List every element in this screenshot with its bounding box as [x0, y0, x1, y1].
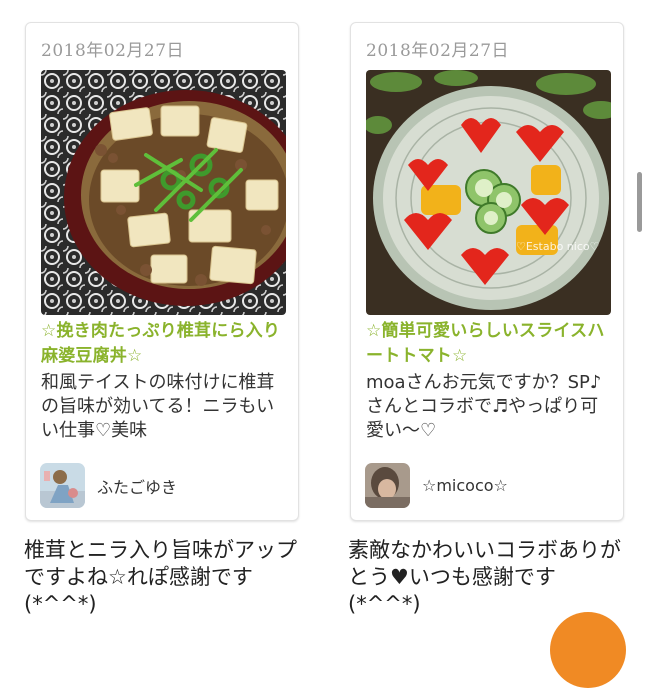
report-date: 2018年02月27日	[366, 41, 510, 61]
author[interactable]: ふたごゆき	[40, 463, 177, 508]
author-reply: 素敵なかわいいコラボありがとう♥いつも感謝です(*^^*)	[348, 538, 621, 616]
author-name: ふたごゆき	[97, 477, 178, 497]
avatar[interactable]	[40, 463, 85, 508]
report-text: 和風テイストの味付けに椎茸の旨味が効いてる！ニラもいい仕事♡美味	[41, 372, 275, 441]
recipe-title[interactable]: ☆挽き肉たっぷり椎茸にら入り麻婆豆腐丼☆	[41, 319, 293, 369]
recipe-title[interactable]: ☆簡単可愛いらしいスライスハートトマト☆	[366, 319, 618, 369]
recipe-photo[interactable]	[41, 70, 286, 315]
avatar[interactable]	[365, 463, 410, 508]
scrollbar[interactable]	[637, 172, 642, 232]
recipe-card[interactable]: 2018年02月27日	[25, 22, 299, 521]
author-name: ☆micoco☆	[422, 476, 508, 495]
report-date: 2018年02月27日	[41, 41, 185, 61]
author[interactable]: ☆micoco☆	[365, 463, 508, 508]
recipe-photo[interactable]: ♡Estabo nico♡	[366, 70, 611, 315]
recipe-card[interactable]: 2018年02月27日	[350, 22, 624, 521]
report-text: moaさんお元気ですか？SP♪さんとコラボで♬やっぱり可愛い～♡	[366, 372, 602, 441]
author-reply: 椎茸とニラ入り旨味がアップですよね☆れぽ感謝です(*^^*)	[24, 538, 297, 616]
photo-watermark: ♡Estabo nico♡	[516, 240, 599, 253]
floating-action-button[interactable]	[550, 612, 626, 688]
